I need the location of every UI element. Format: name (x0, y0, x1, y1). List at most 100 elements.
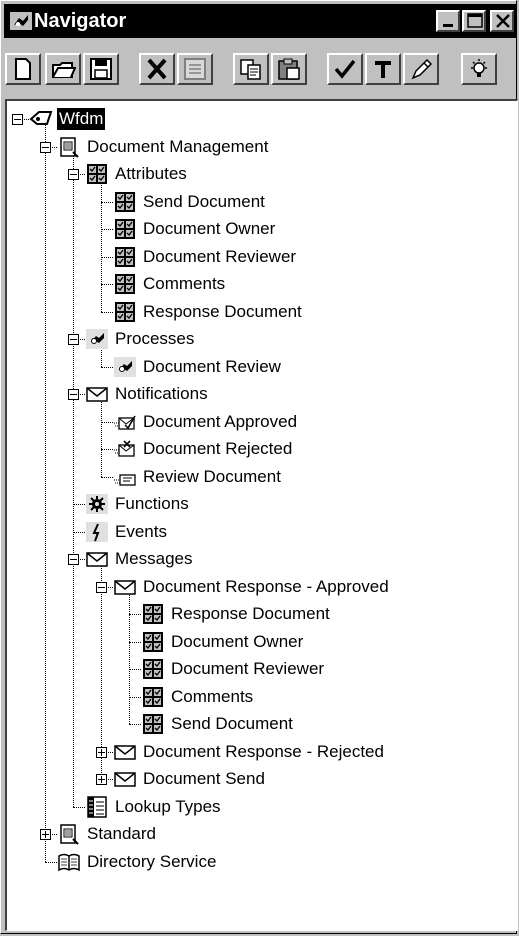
tree-connector (101, 311, 113, 313)
navigator-tree: Wfdm Document Management Attributes Send Do… (7, 101, 517, 930)
tree-item-label[interactable]: Attributes (113, 163, 189, 185)
envelope-icon (85, 383, 109, 405)
tree-item-label[interactable]: Functions (113, 493, 191, 515)
tree-connector (101, 201, 113, 203)
paste-icon (278, 58, 300, 80)
tree-item-label[interactable]: Messages (113, 548, 194, 570)
tree-connector (129, 669, 141, 670)
copy-button[interactable] (233, 53, 269, 85)
tree-item-label[interactable]: Document Response - Rejected (141, 741, 386, 763)
item-type-icon (57, 823, 81, 845)
tree-connector (101, 394, 102, 477)
properties-button[interactable] (177, 53, 213, 85)
tree-connector (101, 284, 113, 285)
lookup-icon (85, 795, 109, 818)
message-icon (113, 768, 137, 790)
server-icon (29, 108, 53, 130)
close-icon (496, 14, 510, 28)
message-icon (85, 548, 109, 570)
attribute-icon (113, 218, 137, 240)
verify-icon (334, 59, 356, 79)
edit-button[interactable] (403, 53, 439, 85)
attribute-icon (141, 713, 165, 735)
minimize-icon (443, 24, 453, 27)
open-button[interactable] (45, 53, 81, 85)
tree-item-label[interactable]: Document Review (141, 356, 283, 378)
tree-view[interactable]: Wfdm Document Management Attributes Send Do… (5, 99, 518, 931)
new-icon (15, 58, 31, 80)
tree-item-label[interactable]: Comments (169, 686, 255, 708)
open-icon (52, 62, 76, 78)
tree-item-label[interactable]: Document Reviewer (169, 658, 326, 680)
tree-connector (45, 119, 46, 862)
tree-item-label[interactable]: Events (113, 521, 169, 543)
notification-approved-icon (113, 411, 137, 433)
collapse-icon[interactable] (12, 114, 23, 125)
book-icon (57, 851, 81, 873)
collapse-icon[interactable] (96, 581, 107, 593)
collapse-icon[interactable] (68, 389, 79, 400)
tree-item-label[interactable]: Response Document (141, 301, 304, 323)
tree-item-label[interactable]: Send Document (141, 191, 267, 213)
attribute-icon (141, 631, 165, 653)
collapse-icon[interactable] (68, 334, 79, 345)
close-button[interactable] (490, 10, 514, 32)
navigator-window: Navigator Wfdm Document Management Attri… (0, 0, 518, 934)
tree-connector (73, 806, 85, 808)
message-icon (113, 576, 137, 598)
tree-item-label[interactable]: Review Document (141, 466, 283, 488)
tree-item-label[interactable]: Document Send (141, 768, 267, 790)
notification-review-icon (113, 466, 137, 488)
title-bar[interactable]: Navigator (4, 4, 517, 38)
item-type-icon (57, 136, 81, 158)
tree-item-label[interactable]: Wfdm (57, 108, 106, 130)
tree-item-label[interactable]: Document Response - Approved (141, 576, 391, 598)
tree-item-label[interactable]: Directory Service (85, 851, 218, 873)
tree-item-label[interactable]: Comments (141, 273, 227, 295)
event-icon (85, 521, 109, 543)
maximize-icon (467, 13, 483, 28)
tree-item-label[interactable]: Lookup Types (113, 796, 223, 818)
attribute-icon (113, 301, 137, 323)
tree-item-label[interactable]: Document Owner (141, 218, 277, 240)
tree-item-label[interactable]: Document Approved (141, 411, 299, 433)
properties-icon (184, 58, 206, 80)
collapse-icon[interactable] (68, 554, 79, 565)
expand-icon[interactable] (96, 746, 107, 758)
tree-item-label[interactable]: Document Owner (169, 631, 305, 653)
function-icon (85, 493, 109, 515)
minimize-button[interactable] (436, 10, 460, 32)
new-button[interactable] (5, 53, 41, 85)
process-icon (113, 356, 137, 378)
edit-icon (411, 58, 433, 80)
paste-button[interactable] (271, 53, 307, 85)
tree-connector (45, 861, 57, 863)
tree-item-label[interactable]: Document Reviewer (141, 246, 298, 268)
hint-icon (471, 59, 487, 77)
collapse-icon[interactable] (40, 141, 51, 153)
tree-item-label[interactable]: Processes (113, 328, 196, 350)
save-button[interactable] (83, 53, 119, 85)
tree-connector (129, 614, 141, 615)
collapse-icon[interactable] (68, 169, 79, 180)
verify-button[interactable] (327, 53, 363, 85)
copy-icon (240, 59, 261, 80)
hint-button[interactable] (461, 53, 497, 85)
tree-connector (101, 476, 113, 478)
maximize-button[interactable] (462, 10, 486, 32)
tree-item-label[interactable]: Response Document (169, 603, 332, 625)
tree-connector (73, 531, 85, 533)
toolbar (3, 45, 518, 89)
tree-connector (101, 256, 113, 258)
tree-connector (101, 421, 113, 423)
tree-item-label[interactable]: Send Document (169, 713, 295, 735)
pin-button[interactable] (365, 53, 401, 85)
expand-icon[interactable] (96, 774, 107, 785)
tree-item-label[interactable]: Standard (85, 823, 158, 845)
delete-button[interactable] (139, 53, 175, 85)
tree-item-label[interactable]: Notifications (113, 383, 210, 405)
expand-icon[interactable] (40, 829, 51, 840)
attribute-icon (141, 686, 165, 708)
tree-item-label[interactable]: Document Management (85, 136, 270, 158)
tree-item-label[interactable]: Document Rejected (141, 438, 294, 460)
